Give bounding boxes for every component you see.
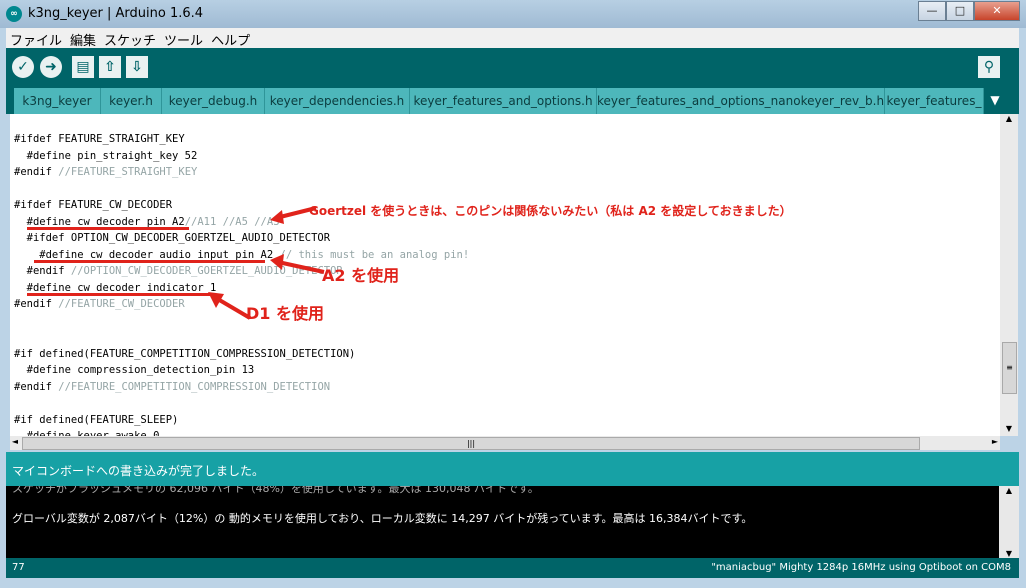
toolbar: ✓ ➜ ▤ ⇧ ⇩ ⚲ — [6, 48, 1019, 86]
arduino-logo-icon: ∞ — [6, 6, 22, 22]
verify-button[interactable]: ✓ — [12, 56, 34, 78]
tab-keyer-h[interactable]: keyer.h — [101, 88, 162, 114]
a2-annotation: A2 を使用 — [322, 266, 400, 285]
line-number: 77 — [12, 562, 25, 573]
status-message: マイコンボードへの書き込みが完了しました。 — [12, 464, 265, 478]
code-line: #ifdef FEATURE_STRAIGHT_KEY — [14, 131, 469, 148]
code-comment: //FEATURE_CW_DECODER — [58, 298, 185, 310]
code-token: #ifdef FEATURE_STRAIGHT_KEY — [14, 133, 185, 145]
code-line: #if defined(FEATURE_SLEEP) — [14, 412, 469, 429]
code-token: #ifdef FEATURE_CW_DECODER — [14, 199, 173, 211]
scroll-up-icon[interactable]: ▲ — [1000, 114, 1018, 126]
serial-monitor-button[interactable]: ⚲ — [978, 56, 1000, 78]
footer-bar: 77 "maniacbug" Mighty 1284p 16MHz using … — [6, 558, 1019, 578]
code-comment: //FEATURE_COMPETITION_COMPRESSION_DETECT… — [58, 380, 331, 393]
console-scroll-up-icon[interactable]: ▲ — [999, 486, 1019, 495]
tab-keyer-dependencies-h[interactable]: keyer_dependencies.h — [265, 88, 410, 114]
code-token: #endif — [14, 265, 71, 277]
vertical-scroll-thumb[interactable]: ≡ — [1002, 342, 1017, 394]
console-scroll-down-icon[interactable]: ▼ — [999, 549, 1019, 558]
scroll-left-icon[interactable]: ◄ — [10, 437, 20, 446]
code-comment: //A11 //A5 //A3 — [184, 215, 280, 228]
editor-horizontal-scrollbar[interactable]: ◄ ||| ► — [10, 436, 1000, 450]
code-editor[interactable]: #ifdef FEATURE_STRAIGHT_KEY #define pin_… — [10, 114, 1000, 436]
code-comment: //FEATURE_STRAIGHT_KEY — [58, 166, 198, 178]
horizontal-scroll-thumb[interactable]: ||| — [22, 437, 920, 450]
tab-bar: k3ng_keyer keyer.h keyer_debug.h keyer_d… — [6, 86, 1019, 114]
code-token: #define cw_decoder_audio_input_pin A2 — [14, 248, 280, 261]
upload-button[interactable]: ➜ — [40, 56, 62, 78]
scroll-down-icon[interactable]: ▼ — [1000, 424, 1018, 436]
arduino-ide-window: ∞ k3ng_keyer | Arduino 1.6.4 — □ ✕ ファイル編… — [0, 0, 1026, 588]
close-button[interactable]: ✕ — [974, 1, 1020, 21]
window-controls: — □ ✕ — [918, 1, 1020, 21]
console-scrollbar[interactable]: ▲ ▼ — [999, 486, 1019, 558]
save-sketch-button[interactable]: ⇩ — [126, 56, 148, 78]
code-line: #endif //FEATURE_STRAIGHT_KEY — [14, 164, 469, 181]
scroll-right-icon[interactable]: ► — [990, 437, 1000, 446]
code-line: #define pin_straight_key 52 — [14, 148, 469, 165]
title-bar: ∞ k3ng_keyer | Arduino 1.6.4 — □ ✕ — [0, 0, 1026, 28]
code-token: #ifdef OPTION_CW_DECODER_GOERTZEL_AUDIO_… — [14, 232, 331, 244]
code-token: #define cw_decoder_pin A2 — [14, 215, 185, 228]
code-token: #endif — [14, 380, 59, 393]
code-line: #endif //OPTION_CW_DECODER_GOERTZEL_AUDI… — [14, 263, 469, 280]
underline-cw-decoder-pin — [27, 227, 189, 230]
tab-keyer-debug-h[interactable]: keyer_debug.h — [162, 88, 265, 114]
code-token: #endif — [14, 166, 59, 178]
tab-keyer-features-overflow[interactable]: keyer_features_ — [885, 88, 984, 114]
code-token: #define cw_decoder_indicator 1 — [14, 281, 217, 294]
annotation-arrow-icon — [270, 254, 325, 274]
code-line: #define compression_detection_pin 13 — [14, 362, 469, 379]
code-token: #define pin_straight_key 52 — [14, 149, 198, 162]
board-info: "maniacbug" Mighty 1284p 16MHz using Opt… — [711, 562, 1011, 573]
code-token: #define compression_detection_pin 13 — [14, 364, 255, 376]
minimize-button[interactable]: — — [918, 1, 946, 21]
goertzel-annotation: Goertzel を使うときは、このピンは関係ないみたい（私は A2 を設定して… — [309, 204, 792, 218]
editor-vertical-scrollbar[interactable]: ▲ ≡ ▼ — [1000, 114, 1018, 436]
underline-decoder-indicator — [27, 293, 216, 296]
new-sketch-button[interactable]: ▤ — [72, 56, 94, 78]
console-output: スケッチがフラッシュメモリの 62,096 バイト（48%）を使用しています。最… — [6, 486, 999, 558]
window-title: k3ng_keyer | Arduino 1.6.4 — [28, 6, 204, 21]
tab-keyer-features-nanokeyer-h[interactable]: keyer_features_and_options_nanokeyer_rev… — [597, 88, 885, 114]
code-line: #ifdef OPTION_CW_DECODER_GOERTZEL_AUDIO_… — [14, 230, 469, 247]
code-line: #endif //FEATURE_COMPETITION_COMPRESSION… — [14, 379, 469, 396]
status-bar: マイコンボードへの書き込みが完了しました。 — [6, 452, 1019, 486]
code-token: #if defined(FEATURE_SLEEP) — [14, 413, 179, 426]
d1-annotation: D1 を使用 — [246, 304, 324, 323]
tab-k3ng-keyer[interactable]: k3ng_keyer — [14, 88, 101, 114]
code-line: #define keyer_awake 0 — [14, 428, 469, 436]
tab-keyer-features-and-options-h[interactable]: keyer_features_and_options.h — [410, 88, 597, 114]
code-token: #endif — [14, 298, 59, 310]
menu-bar: ファイル 編集 スケッチ ツール ヘルプ — [6, 28, 1019, 49]
maximize-button[interactable]: □ — [946, 1, 974, 21]
console-line-ram-usage: グローバル変数が 2,087バイト（12%）の 動的メモリを使用しており、ローカ… — [12, 512, 753, 525]
code-line: #if defined(FEATURE_COMPETITION_COMPRESS… — [14, 346, 469, 363]
code-text: #ifdef FEATURE_STRAIGHT_KEY #define pin_… — [14, 131, 469, 436]
underline-audio-input-pin — [34, 260, 265, 263]
tab-menu-chevron-down-icon[interactable]: ▼ — [984, 88, 1006, 112]
code-token: #if defined(FEATURE_COMPETITION_COMPRESS… — [14, 347, 356, 360]
open-sketch-button[interactable]: ⇧ — [99, 56, 121, 78]
console-line-flash-usage: スケッチがフラッシュメモリの 62,096 バイト（48%）を使用しています。最… — [12, 486, 539, 495]
